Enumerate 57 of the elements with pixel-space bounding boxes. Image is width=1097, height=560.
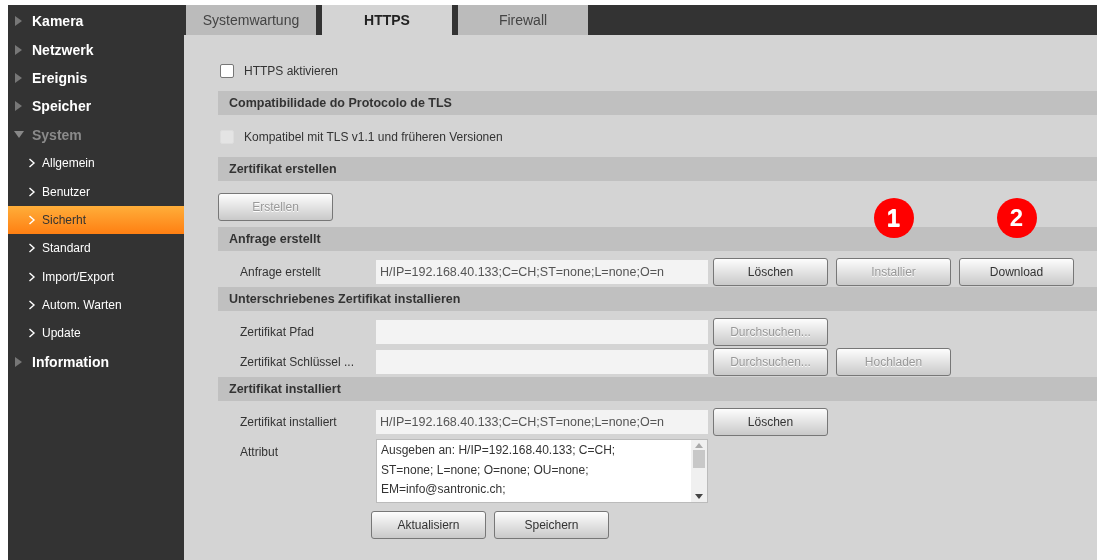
action-button[interactable]: Löschen bbox=[713, 258, 828, 286]
tab[interactable]: HTTPS bbox=[322, 5, 452, 35]
menu-item[interactable]: Information bbox=[8, 347, 184, 377]
triangle-icon bbox=[14, 16, 24, 27]
expanded-triangle-icon bbox=[14, 129, 24, 140]
menu-item[interactable]: Ereignis bbox=[8, 63, 184, 93]
menu-item[interactable]: Kamera bbox=[8, 7, 184, 36]
scrollbar-thumb[interactable] bbox=[693, 450, 705, 468]
field-label: Anfrage erstellt bbox=[239, 265, 322, 279]
field-label: Attribut bbox=[239, 444, 279, 459]
scrollbar[interactable] bbox=[691, 440, 707, 502]
tab[interactable]: Firewall bbox=[458, 5, 588, 35]
chevron-icon bbox=[28, 158, 36, 169]
action-button[interactable]: Aktualisiern bbox=[371, 511, 486, 539]
tab[interactable]: Systemwartung bbox=[186, 5, 316, 35]
menu-item[interactable]: Netzwerk bbox=[8, 35, 184, 64]
triangle-icon bbox=[14, 356, 24, 367]
attribute-textarea[interactable]: Ausgeben an: H/IP=192.168.40.133; C=CH; ST=none; L=none; O=none; OU=none; EM=info@santronic.ch; bbox=[376, 439, 708, 503]
checkbox[interactable] bbox=[220, 64, 234, 78]
action-button[interactable]: Löschen bbox=[713, 408, 828, 436]
chevron-icon bbox=[28, 271, 36, 282]
section-header: Zertifikat erstellen bbox=[218, 157, 1097, 181]
scroll-up-arrow-icon[interactable] bbox=[695, 443, 703, 448]
action-button[interactable]: Speichern bbox=[494, 511, 609, 539]
section-header: Anfrage erstellt bbox=[218, 227, 1097, 251]
step-badge: 1 bbox=[873, 198, 914, 238]
submenu-item[interactable]: Update bbox=[8, 319, 185, 348]
text-field[interactable] bbox=[376, 320, 708, 344]
scroll-down-arrow-icon[interactable] bbox=[695, 494, 703, 499]
section-header: Unterschriebenes Zertifikat installieren bbox=[218, 287, 1097, 311]
field-label: Zertifikat installiert bbox=[239, 415, 338, 429]
triangle-icon bbox=[14, 72, 24, 83]
triangle-icon bbox=[14, 101, 24, 112]
field-label: Zertifikat Schlüssel ... bbox=[239, 355, 356, 369]
submenu-item[interactable]: Standard bbox=[8, 234, 185, 263]
text-field[interactable] bbox=[376, 350, 708, 374]
submenu-item[interactable]: Import/Export bbox=[8, 262, 185, 291]
field-label: Zertifikat Pfad bbox=[239, 325, 316, 339]
chevron-icon bbox=[28, 328, 36, 339]
text-field[interactable]: H/IP=192.168.40.133;C=CH;ST=none;L=none;O=n bbox=[376, 410, 708, 434]
section-header: Compatibilidade do Protocolo de TLS bbox=[218, 91, 1097, 115]
submenu-item[interactable]: Autom. Warten bbox=[8, 290, 185, 320]
step-badge: 2 bbox=[996, 198, 1037, 238]
section-header: Zertifikat installiert bbox=[218, 377, 1097, 401]
chevron-icon bbox=[28, 243, 36, 254]
chevron-icon bbox=[28, 300, 36, 311]
menu-item[interactable]: System bbox=[8, 120, 184, 149]
text-field[interactable]: H/IP=192.168.40.133;C=CH;ST=none;L=none;O=n bbox=[376, 260, 708, 284]
chevron-icon bbox=[28, 214, 36, 225]
menu-item[interactable]: Speicher bbox=[8, 92, 184, 121]
triangle-icon bbox=[14, 44, 24, 55]
checkbox-label: HTTPS aktivieren bbox=[244, 64, 339, 78]
chevron-icon bbox=[28, 186, 36, 197]
submenu-item[interactable]: Allgemein bbox=[8, 148, 185, 178]
submenu-item[interactable]: Benutzer bbox=[8, 177, 185, 206]
checkbox-label: Kompatibel mit TLS v1.1 und früheren Versionen bbox=[244, 130, 503, 144]
submenu-item[interactable]: Sicherht bbox=[8, 205, 185, 235]
